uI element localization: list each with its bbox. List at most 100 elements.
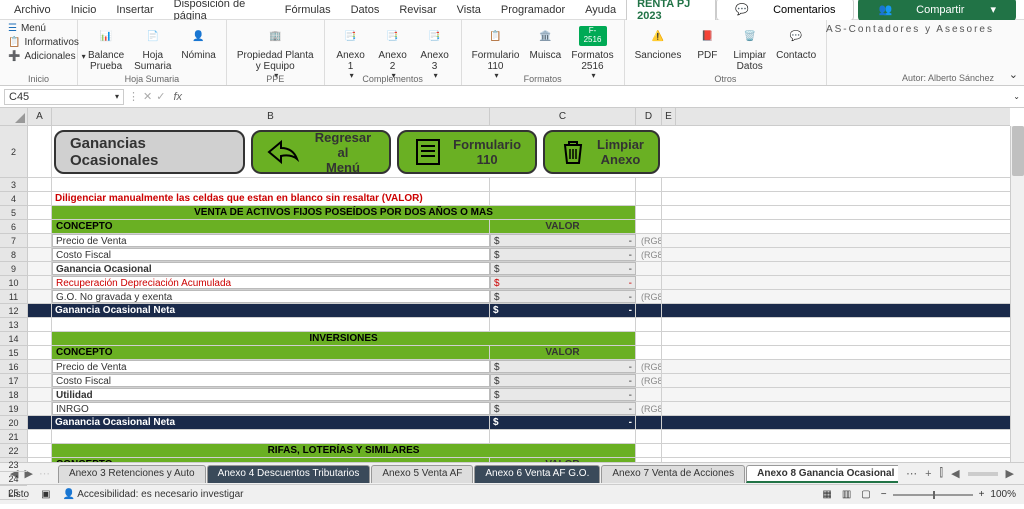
row-25[interactable]: 25 [0,486,27,500]
row-6[interactable]: 6 [0,220,27,234]
row-18[interactable]: 18 [0,388,27,402]
col-C[interactable]: C [490,108,636,125]
row-19[interactable]: 19 [0,402,27,416]
doc-icon: 📑 [337,24,365,48]
nomina-icon: 👤 [185,24,213,48]
row-15[interactable]: 15 [0,346,27,360]
sheet-tab[interactable]: Anexo 8 Ganancia Ocasional [746,465,898,483]
chevron-down-icon[interactable]: ▾ [115,92,119,101]
menu-vista[interactable]: Vista [447,2,491,18]
scroll-thumb[interactable] [1012,126,1024,176]
nomina-button[interactable]: 👤Nómina [177,22,219,63]
ribbon-informativos[interactable]: 📋Informativos [6,36,88,49]
row-24[interactable]: 24 [0,472,27,486]
hscroll-right-icon[interactable]: ▶ [1006,467,1014,480]
zoom-control[interactable]: − + 100% [881,489,1016,500]
row-5[interactable]: 5 [0,206,27,220]
row-10[interactable]: 10 [0,276,27,290]
comments-button[interactable]: 💬Comentarios [716,0,854,21]
sanciones-button[interactable]: ⚠️Sanciones [631,22,686,63]
view-break-icon[interactable]: ▢ [861,489,870,500]
form110-big-button[interactable]: Formulario 110 [397,130,537,174]
back-menu-button[interactable]: Regresar al Menú [251,130,391,174]
ribbon-adicionales[interactable]: ➕Adicionales▾ [6,50,88,63]
menu-insertar[interactable]: Insertar [106,2,163,18]
sheet-tab[interactable]: Anexo 4 Descuentos Tributarios [207,465,371,483]
expand-fbar-icon[interactable]: ⌄ [1013,92,1020,101]
cancel-icon[interactable]: ✕ [143,90,152,103]
pdf-icon: 📕 [693,24,721,48]
row-16[interactable]: 16 [0,360,27,374]
row-2[interactable]: 2 [0,126,27,178]
menu-icon: ☰ [8,23,17,34]
clean-anexo-button[interactable]: Limpiar Anexo [543,130,660,174]
menu-programador[interactable]: Programador [491,2,575,18]
whatsapp-icon: 💬 [782,24,810,48]
name-box[interactable]: C45▾ [4,89,124,105]
row-11[interactable]: 11 [0,290,27,304]
hoja-sumaria-button[interactable]: 📄Hoja Sumaria [130,22,175,74]
row-8[interactable]: 8 [0,248,27,262]
collapse-ribbon-icon[interactable]: ⌄ [1009,68,1018,81]
menu-revisar[interactable]: Revisar [389,2,446,18]
muisca-button[interactable]: 🏛️Muisca [525,22,565,63]
share-button[interactable]: 👥Compartir▾ [858,0,1016,21]
select-all[interactable] [0,108,28,126]
comment-icon: 💬 [725,1,759,18]
brand-text: AS-Contadores y Asesores [826,24,994,35]
gov-icon: 🏛️ [531,24,559,48]
view-layout-icon[interactable]: ▥ [842,489,851,500]
formula-bar: C45▾ ⋮ ✕ ✓ fx ⌄ [0,86,1024,108]
vertical-scrollbar[interactable] [1010,126,1024,462]
row-9[interactable]: 9 [0,262,27,276]
menu-inicio[interactable]: Inicio [61,2,107,18]
accessibility-status[interactable]: 👤 Accesibilidad: es necesario investigar [63,489,244,500]
sheet-tab[interactable]: Anexo 5 Venta AF [371,465,473,483]
row-20[interactable]: 20 [0,416,27,430]
add-sheet-icon[interactable]: + [925,468,931,480]
limpiar-button[interactable]: 🗑️Limpiar Datos [729,22,770,74]
zoom-value[interactable]: 100% [990,489,1016,500]
row-21[interactable]: 21 [0,430,27,444]
col-A[interactable]: A [28,108,52,125]
zoom-in-icon[interactable]: + [979,489,985,500]
row-headers: 2345678910111213141516171819202122232425 [0,126,28,462]
view-normal-icon[interactable]: ▦ [822,489,831,500]
new-sheet-icon[interactable]: ⋯ [906,467,917,480]
menu-ayuda[interactable]: Ayuda [575,2,626,18]
row-17[interactable]: 17 [0,374,27,388]
status-bar: Listo ▣ 👤 Accesibilidad: es necesario in… [0,484,1024,504]
zoom-slider[interactable] [893,494,973,496]
sheet-tab[interactable]: Anexo 7 Venta de Acciones [601,465,745,483]
zoom-out-icon[interactable]: − [881,489,887,500]
hscroll-left-icon[interactable]: ◀ [951,467,959,480]
sheet-tab[interactable]: Anexo 3 Retenciones y Auto [58,465,206,483]
row-22[interactable]: 22 [0,444,27,458]
row-4[interactable]: 4 [0,192,27,206]
col-D[interactable]: D [636,108,662,125]
macro-icon[interactable]: ▣ [41,489,50,500]
warning-icon: ⚠️ [644,24,672,48]
contacto-button[interactable]: 💬Contacto [772,22,820,63]
pdf-button[interactable]: 📕PDF [687,22,727,63]
group-ppe-label: PPE [227,74,324,84]
menu-datos[interactable]: Datos [341,2,390,18]
sheet-tab[interactable]: Anexo 6 Venta AF G.O. [474,465,600,483]
row-12[interactable]: 12 [0,304,27,318]
confirm-icon[interactable]: ✓ [156,90,165,103]
fx-icon[interactable]: fx [169,91,186,103]
menu-archivo[interactable]: Archivo [4,2,61,18]
row-14[interactable]: 14 [0,332,27,346]
building-icon: 🏢 [261,24,289,48]
ribbon-menu[interactable]: ☰Menú [6,22,88,35]
col-B[interactable]: B [52,108,490,125]
row-13[interactable]: 13 [0,318,27,332]
row-3[interactable]: 3 [0,178,27,192]
f2516-icon: F-2516 [579,24,607,48]
row-23[interactable]: 23 [0,458,27,472]
col-E[interactable]: E [662,108,676,125]
formula-input[interactable] [190,89,1007,104]
menu-formulas[interactable]: Fórmulas [275,2,341,18]
balance-prueba-button[interactable]: 📊Balance Prueba [84,22,128,74]
row-7[interactable]: 7 [0,234,27,248]
